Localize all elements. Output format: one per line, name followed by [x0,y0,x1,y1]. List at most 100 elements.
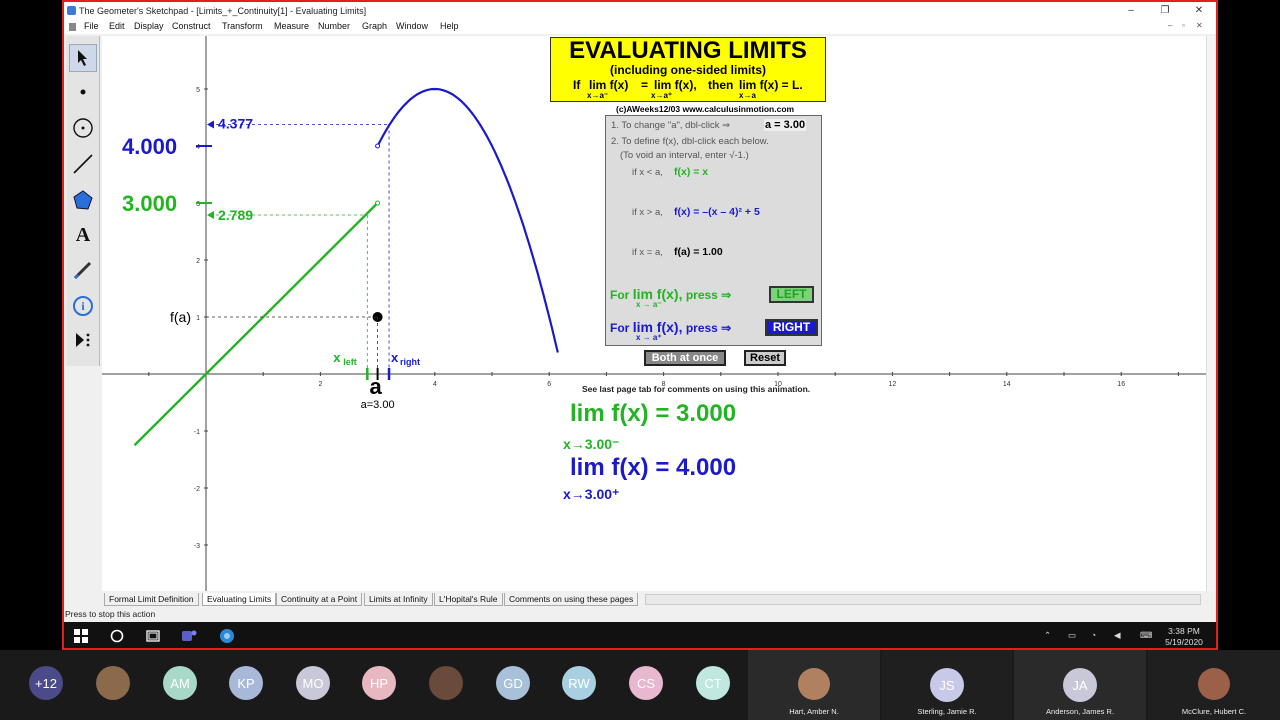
minimize-button[interactable]: – [1116,4,1146,18]
menu-number[interactable]: Number [318,21,350,31]
marker-tool[interactable] [69,256,97,284]
tab-limits-at-infinity[interactable]: Limits at Infinity [364,593,433,606]
x-tick-label: 10 [774,381,782,388]
f-less-formula[interactable]: f(x) = x [674,166,708,178]
participant-avatar[interactable]: +12 [29,666,63,700]
tab-comments[interactable]: Comments on using these pages [504,593,639,606]
volume-icon[interactable]: ◀ [1114,630,1121,641]
right-button[interactable]: RIGHT [765,319,818,336]
participant-avatar[interactable]: KP [229,666,263,700]
a-value-field[interactable]: a = 3.00 [764,119,807,131]
menu-graph[interactable]: Graph [362,21,387,31]
step-2-note: (To void an interval, enter √-1.) [620,150,749,161]
rule-sub-both: x→a [739,91,756,100]
x-tick-label: 4 [433,381,437,388]
xright-label: x [391,350,399,365]
sub-left-label: x → a⁻ [636,300,662,309]
tray-chevron-icon[interactable]: ⌃ [1044,630,1051,641]
line-tool[interactable] [69,150,97,178]
menu-transform[interactable]: Transform [222,21,263,31]
banner-rule: If lim f(x) = lim f(x), then lim f(x) = … [551,76,825,100]
restore-button[interactable]: ❐ [1150,4,1180,18]
document-icon[interactable] [69,23,76,31]
marker-icon [73,261,92,280]
windows-start-icon[interactable] [73,628,89,644]
participant-avatar[interactable]: RW [562,666,596,700]
left-limit-instruction: For lim f(x), press ⇒ x → a⁻ [610,286,732,309]
rule-sub-left: x→a⁻ [587,91,609,100]
f-greater-formula[interactable]: f(x) = –(x – 4)² + 5 [674,206,760,218]
mdi-minimize-icon[interactable]: – [1168,21,1172,30]
menu-file[interactable]: File [84,21,99,31]
tab-lhopitals-rule[interactable]: L'Hopital's Rule [434,593,503,606]
menu-measure[interactable]: Measure [274,21,309,31]
rule-eq: = [641,78,649,92]
participant-avatar[interactable]: HP [362,666,396,700]
xleft-sub-label: left [343,357,357,367]
xright-sub-label: right [400,357,420,367]
participant-avatar[interactable]: CS [629,666,663,700]
search-icon[interactable] [109,628,125,644]
toolbox: A i [66,36,100,366]
participant-tile-hart[interactable]: Hart, Amber N. [748,650,880,720]
participant-avatar[interactable] [96,666,130,700]
menu-display[interactable]: Display [134,21,164,31]
sketchpad-taskbar-icon[interactable] [219,628,235,644]
tab-evaluating-limits[interactable]: Evaluating Limits [202,593,277,606]
menu-window[interactable]: Window [396,21,428,31]
tab-formal-limit-definition[interactable]: Formal Limit Definition [104,593,199,606]
reset-button[interactable]: Reset [744,350,786,366]
banner-title: EVALUATING LIMITS [569,37,807,64]
participant-tile-sterling[interactable]: JS Sterling, Jamie R. [882,650,1012,720]
mdi-close-icon[interactable]: ✕ [1196,21,1203,30]
task-view-icon[interactable] [145,628,161,644]
participant-avatar[interactable] [429,666,463,700]
teams-icon[interactable] [181,628,197,644]
x-tick-label: 2 [318,381,322,388]
text-tool[interactable]: A [69,221,97,249]
participant-avatar[interactable]: MO [296,666,330,700]
y-tick-label: -3 [194,543,200,550]
right-limit-instruction: For lim f(x), press ⇒ x → a⁺ [610,319,731,342]
both-at-once-button[interactable]: Both at once [644,350,726,366]
keyboard-icon[interactable]: ⌨ [1140,630,1152,641]
tab-continuity-at-a-point[interactable]: Continuity at a Point [276,593,363,606]
wifi-icon[interactable]: ◔ [1091,630,1096,641]
point-tool[interactable] [69,78,97,106]
participant-tile-mcclure[interactable]: McClure, Hubert C. [1148,650,1280,720]
video-participant-bar: +12 AM KP MO HP GD RW CS CT Hart, Amber N. JS St… [0,650,1280,720]
participant-avatar[interactable]: GD [496,666,530,700]
participant-avatar[interactable]: AM [163,666,197,700]
close-button[interactable]: ✕ [1184,4,1214,18]
custom-tool[interactable] [69,326,97,354]
f-equal-formula[interactable]: f(a) = 1.00 [674,246,723,258]
y-tick-label: 5 [196,87,200,94]
menu-construct[interactable]: Construct [172,21,211,31]
left-button[interactable]: LEFT [769,286,814,303]
menu-edit[interactable]: Edit [109,21,125,31]
vertical-scrollbar[interactable] [1206,36,1216,591]
participant-tile-anderson[interactable]: JA Anderson, James R. [1014,650,1146,720]
compass-icon [73,118,93,138]
rule-lim-right: lim f(x), [654,78,697,92]
participant-avatar[interactable]: CT [696,666,730,700]
polygon-tool[interactable] [69,186,97,214]
sub-right-label: x → a⁺ [636,333,662,342]
for-label: For [610,288,630,302]
battery-icon[interactable]: ▭ [1068,630,1076,641]
menu-bar: File Edit Display Construct Transform Me… [64,20,1216,34]
arrow-tool[interactable] [69,44,97,72]
menu-help[interactable]: Help [440,21,459,31]
press-label: press ⇒ [685,288,732,302]
rule-then: then [708,78,734,92]
mdi-restore-icon[interactable]: ▫ [1182,21,1185,30]
horizontal-scrollbar[interactable] [645,594,1201,605]
participant-name: Anderson, James R. [1046,707,1114,716]
arrow-icon [78,50,87,66]
information-tool[interactable]: i [69,292,97,320]
x-tick-label: 16 [1117,381,1125,388]
windows-taskbar: ⌃ ▭ ◔ ◀ ⌨ 3:38 PM 5/19/2020 [64,622,1216,648]
arrow-2789 [207,211,214,220]
compass-tool[interactable] [69,114,97,142]
clock[interactable]: 3:38 PM 5/19/2020 [1159,626,1209,648]
